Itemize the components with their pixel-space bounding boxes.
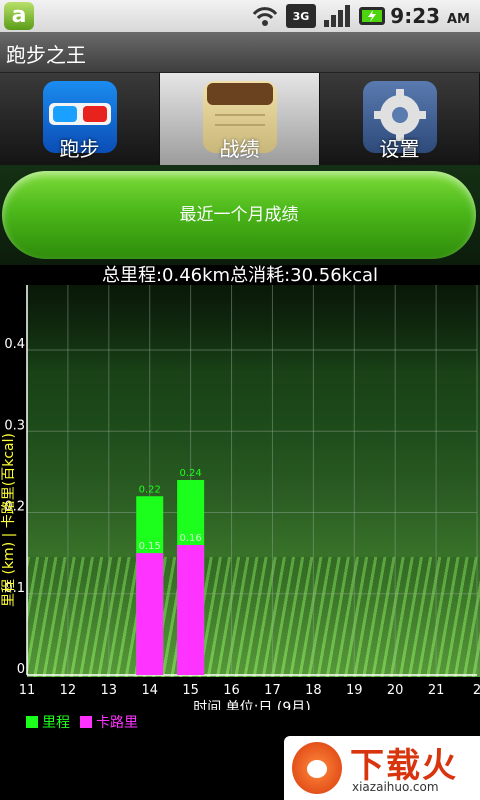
bar-chart: 11 12 13 14 15 16 17 18 19 20 21 200.10.20.30.40.22… [1,285,480,710]
legend-label-calories: 卡路里 [96,715,138,731]
x-tick-label: 17 [264,683,281,698]
chart-legend: 里程 卡路里 [26,712,138,732]
site-watermark: 下载火 xiazaihuo.com [284,736,480,800]
x-tick-label: 15 [182,683,199,698]
clock: 9:23 AM [390,4,470,28]
x-tick-label: 14 [141,683,158,698]
bar-calories-label: 0.16 [180,533,202,544]
wifi-signal-icon [252,7,278,26]
period-select-button[interactable]: 最近一个月成绩 [2,171,476,259]
legend-item-distance: 里程 [26,712,70,732]
bar-calories [136,553,164,675]
legend-swatch-distance [26,716,38,728]
app-title: 跑步之王 [6,43,86,67]
y-axis-title: 里程 (km) | 卡路里(百kcal) [1,433,17,607]
period-header: 最近一个月成绩 [0,165,480,265]
clock-time: 9:23 [390,4,441,28]
tab-records[interactable]: 战绩 [160,73,320,165]
tab-records-label: 战绩 [219,137,260,161]
bar-calories [177,545,205,675]
bar-distance-label: 0.22 [139,484,161,495]
tab-settings[interactable]: 设置 [320,73,480,165]
watermark-url: xiazaihuo.com [352,780,439,794]
tab-run[interactable]: 跑步 [0,73,160,165]
period-button-label: 最近一个月成绩 [179,205,299,224]
clock-ampm: AM [447,12,470,27]
bar-calories-label: 0.15 [139,541,161,552]
x-tick-label: 13 [101,683,118,698]
y-tick-label: 0 [17,662,25,677]
status-icons: 3G [250,3,388,29]
tab-run-label: 跑步 [59,137,100,161]
status-bar: a 3G 9:23 AM [0,0,480,32]
cell-signal-icon [324,5,350,27]
x-tick-label: 2 [473,683,480,698]
stats-chart: 11 12 13 14 15 16 17 18 19 20 21 2 0 0.1 0.2 0.3 0.4 0.22… [0,285,480,735]
title-bar: 跑步之王 [0,32,480,73]
x-tick-label: 18 [305,683,322,698]
x-tick-label: 19 [346,683,363,698]
network-type-icon: 3G [286,4,316,28]
app-notification-icon: a [4,2,34,30]
tab-bar: 跑步 战绩 设置 [0,73,480,165]
x-tick-label: 12 [60,683,77,698]
tab-settings-label: 设置 [379,137,420,161]
legend-swatch-calories [80,716,92,728]
bar-distance-label: 0.24 [180,468,202,479]
y-tick-label: 0.3 [4,418,25,433]
x-tick-label: 16 [223,683,240,698]
legend-item-calories: 卡路里 [80,712,138,732]
x-axis-title: 时间 单位:日 (9月) [193,700,310,710]
x-tick-label: 11 [19,683,36,698]
summary-totals: 总里程:0.46km总消耗:30.56kcal [101,265,379,286]
battery-charging-icon [359,7,385,25]
y-tick-label: 0.4 [4,337,25,352]
legend-label-distance: 里程 [42,715,70,731]
x-tick-label: 21 [428,683,445,698]
x-tick-label: 20 [387,683,404,698]
flame-logo-icon [292,742,342,794]
